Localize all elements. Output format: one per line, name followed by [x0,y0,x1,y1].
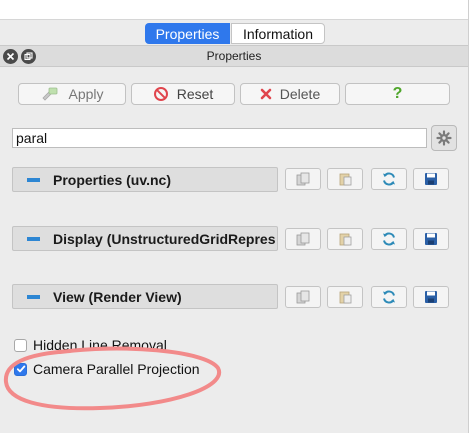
reset-button[interactable]: Reset [131,83,235,105]
hidden-line-removal-label: Hidden Line Removal [33,337,167,353]
apply-label: Apply [68,86,104,102]
camera-parallel-projection-label: Camera Parallel Projection [33,361,200,377]
restore-defaults-button[interactable] [371,168,407,190]
refresh-icon [383,232,395,246]
save-icon [425,233,437,245]
restore-defaults-button[interactable] [371,286,407,308]
copy-icon [296,290,310,304]
checkmark-icon [16,365,25,373]
help-icon: ? [392,85,403,102]
collapse-minus-icon [27,177,40,182]
tab-properties[interactable]: Properties [145,23,230,44]
collapse-minus-icon [27,294,40,299]
hidden-line-removal-option: Hidden Line Removal [14,336,167,354]
delete-label: Delete [279,86,321,102]
paste-icon [339,233,352,246]
apply-button[interactable]: Apply [18,83,126,105]
apply-icon [42,87,58,101]
save-defaults-button[interactable] [413,168,449,190]
delete-button[interactable]: Delete [240,83,340,105]
copy-button[interactable] [285,286,321,308]
reset-icon [153,87,168,101]
copy-icon [296,232,310,246]
refresh-icon [383,290,395,304]
tab-information[interactable]: Information [231,23,325,44]
section-header-properties[interactable]: Properties (uv.nc) [12,167,278,192]
paste-button[interactable] [327,168,363,190]
save-defaults-button[interactable] [413,286,449,308]
collapse-minus-icon [27,236,40,241]
paste-icon [339,291,352,304]
section-label: Properties (uv.nc) [53,171,171,188]
help-button[interactable]: ? [345,83,450,105]
hidden-line-removal-checkbox[interactable] [14,338,27,352]
camera-parallel-projection-option: Camera Parallel Projection [14,360,200,378]
section-header-display[interactable]: Display (UnstructuredGridRepres [12,226,278,251]
paste-button[interactable] [327,228,363,250]
reset-label: Reset [176,86,214,102]
save-icon [425,173,437,185]
search-input[interactable] [12,128,427,148]
delete-icon [260,88,272,100]
restore-defaults-button[interactable] [371,228,407,250]
paste-button[interactable] [327,286,363,308]
save-icon [425,291,437,303]
top-strip [0,0,474,20]
copy-button[interactable] [285,228,321,250]
save-defaults-button[interactable] [413,228,449,250]
paste-icon [339,173,352,186]
advanced-settings-button[interactable] [431,125,457,151]
gear-icon [436,130,452,146]
camera-parallel-projection-checkbox[interactable] [14,362,27,376]
section-label: View (Render View) [53,288,182,305]
right-edge [468,0,474,433]
copy-icon [296,172,310,186]
section-label: Display (UnstructuredGridRepres [53,230,276,247]
refresh-icon [383,172,395,186]
panel-title: Properties [206,49,262,63]
copy-button[interactable] [285,168,321,190]
section-header-view[interactable]: View (Render View) [12,284,278,309]
